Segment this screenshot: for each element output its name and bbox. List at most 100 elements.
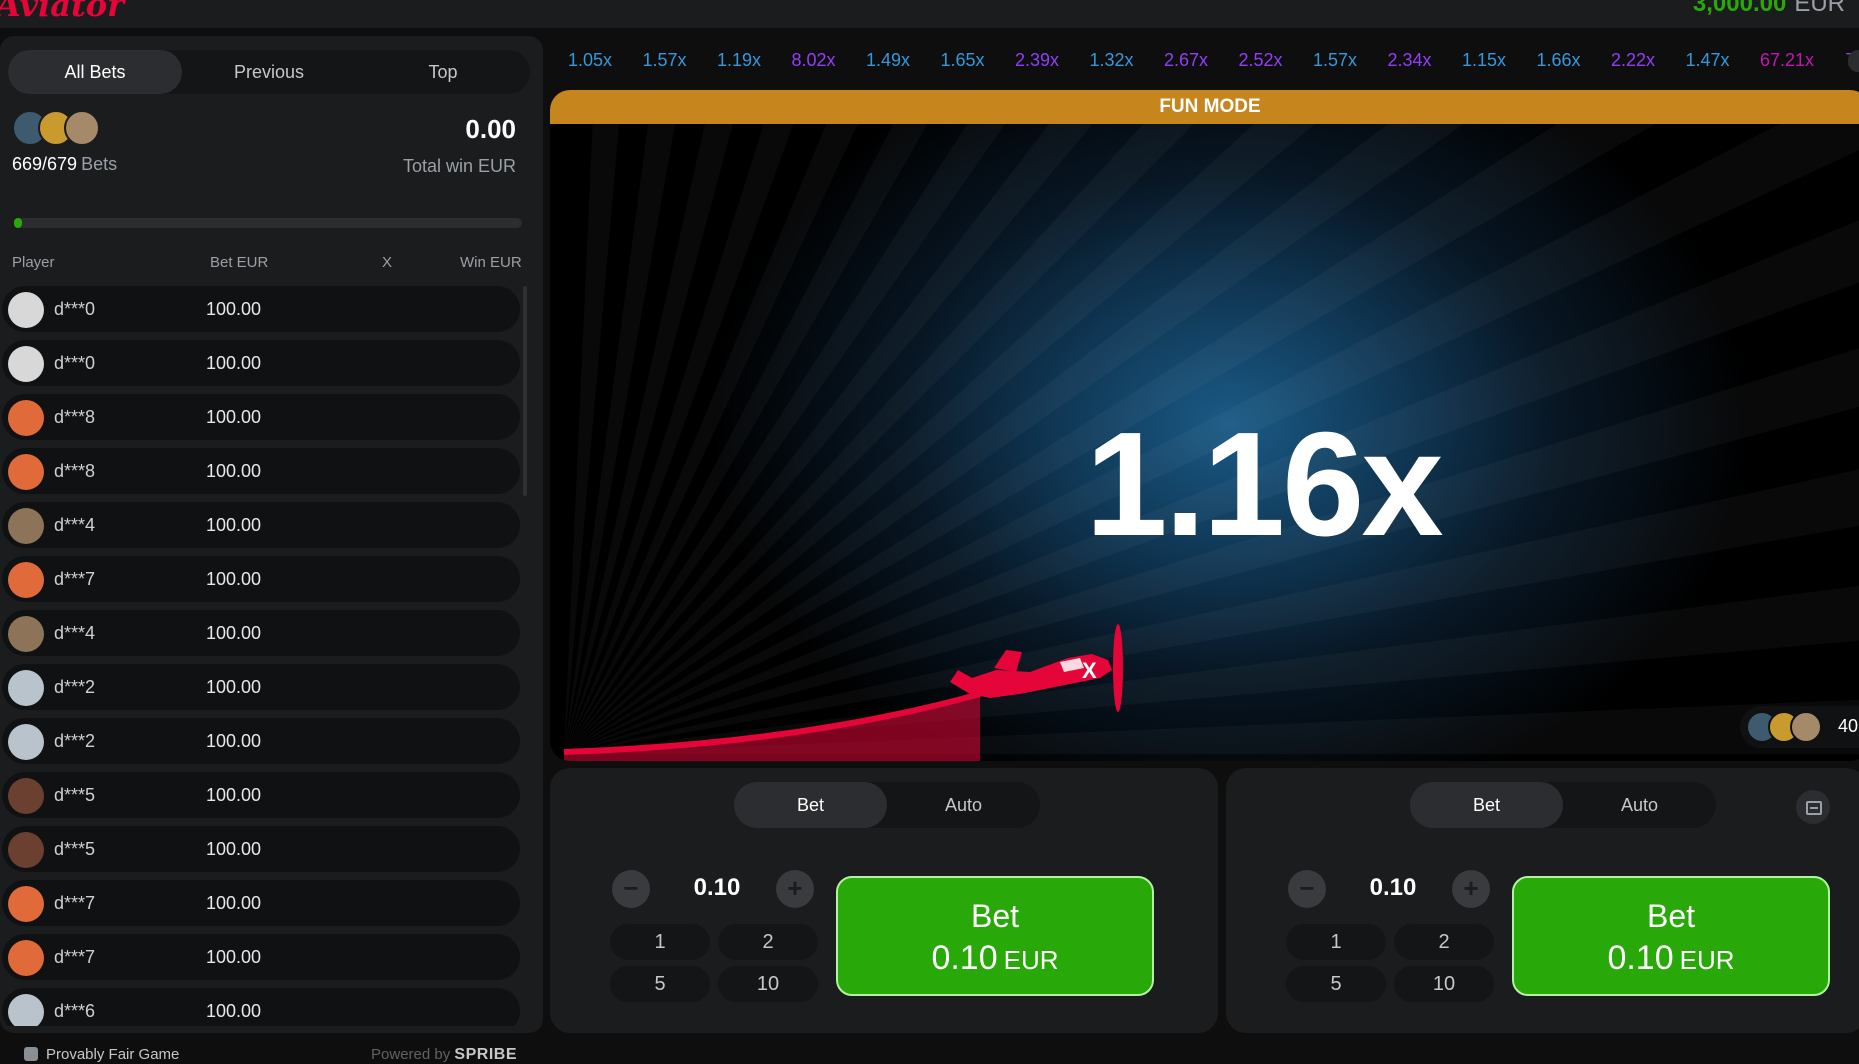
bets-scrollbar[interactable] [523,286,527,496]
bet-amount-input-1[interactable]: 0.10 [658,874,776,902]
quick-amount-1[interactable]: 1 [610,924,710,960]
plus-icon[interactable]: + [1452,870,1490,908]
bet-amount: 100.00 [206,785,262,805]
bet-button-currency: EUR [1679,945,1735,975]
avatar [8,832,44,868]
total-win-amount: 0.00 [465,114,516,144]
quick-amount-1[interactable]: 1 [1286,924,1386,960]
tab-top[interactable]: Top [356,50,530,94]
history-multiplier[interactable]: 8.02x [792,50,836,71]
bet-amount: 100.00 [206,515,262,535]
avatar [8,670,44,706]
history-multiplier[interactable]: 1.05x [568,50,612,71]
tab-all-bets[interactable]: All Bets [8,50,182,94]
player-name: d***2 [54,731,96,751]
history-multiplier[interactable]: 1.32x [1090,50,1134,71]
players-count: 40 [1838,716,1859,736]
table-row: d***6 100.00 [2,988,520,1026]
avatar [8,400,44,436]
quick-amount-10[interactable]: 10 [1394,966,1494,1002]
quick-amount-2[interactable]: 2 [718,924,818,960]
bet-amount: 100.00 [206,299,262,319]
player-name: d***4 [54,623,96,643]
avatar [8,454,44,490]
avatar [8,940,44,976]
provably-fair-link[interactable]: Provably Fair Game [24,1046,179,1063]
history-expand-button[interactable] [1848,50,1859,72]
bet-button-value: 0.10 [1607,939,1674,977]
minus-icon[interactable]: − [1288,870,1326,908]
tab-bet[interactable]: Bet [1410,782,1563,828]
bet-amount: 100.00 [206,461,262,481]
powered-by: Powered by SPRIBE [371,1046,517,1064]
quick-amount-2[interactable]: 2 [1394,924,1494,960]
bet-amount: 100.00 [206,947,262,967]
collapse-panel-icon[interactable] [1796,790,1830,824]
player-name: d***6 [54,1001,96,1021]
table-row: d***7 100.00 [2,556,520,602]
tab-auto[interactable]: Auto [887,782,1040,828]
history-multiplier[interactable]: 1.66x [1537,50,1581,71]
column-multiplier: X [382,254,393,271]
place-bet-button-1[interactable]: Bet 0.10 EUR [836,876,1154,996]
quick-amount-10[interactable]: 10 [718,966,818,1002]
player-name: d***5 [54,839,96,859]
history-multiplier[interactable]: 67.21x [1760,50,1814,71]
table-row: d***4 100.00 [2,502,520,548]
table-row: d***7 100.00 [2,880,520,926]
place-bet-button-2[interactable]: Bet 0.10 EUR [1512,876,1830,996]
history-multiplier[interactable]: 2.34x [1388,50,1432,71]
top-bar: Aviator 3,000.00 EUR [0,0,1859,28]
history-multiplier[interactable]: 1.65x [941,50,985,71]
bet-button-value: 0.10 [931,939,998,977]
history-multiplier[interactable]: 1.15x [1462,50,1506,71]
bet-amount: 100.00 [206,731,262,751]
minus-icon[interactable]: − [612,870,650,908]
summary-avatars [12,110,100,146]
history-multiplier[interactable]: 1.49x [866,50,910,71]
bet-amount: 100.00 [206,677,262,697]
bets-tabs: All Bets Previous Top [8,50,530,94]
fun-mode-banner: FUN MODE [550,90,1859,124]
flight-graphic: X [563,624,1123,761]
column-bet: Bet EUR [210,254,269,271]
bet-button-currency: EUR [1003,945,1059,975]
table-row: d***2 100.00 [2,718,520,764]
tab-bet[interactable]: Bet [734,782,887,828]
bets-list: d***0 100.00 d***0 100.00 d***8 100.00 d***8 10… [0,286,530,1026]
history-multiplier[interactable]: 2.39x [1015,50,1059,71]
history-multiplier[interactable]: 2.52x [1239,50,1283,71]
bet-mode-toggle-1: Bet Auto [734,782,1040,828]
tab-auto[interactable]: Auto [1563,782,1716,828]
quick-amount-5[interactable]: 5 [1286,966,1386,1002]
history-multiplier[interactable]: 1.57x [1313,50,1357,71]
table-row: d***2 100.00 [2,664,520,710]
svg-text:X: X [1082,658,1097,683]
player-name: d***0 [54,353,96,373]
avatar [1790,711,1822,743]
avatar [8,508,44,544]
tab-previous[interactable]: Previous [182,50,356,94]
player-name: d***7 [54,893,96,913]
player-name: d***5 [54,785,96,805]
history-multiplier[interactable]: 1.57x [643,50,687,71]
bets-summary: 669/679 Bets 0.00 Total win EUR [8,104,530,234]
table-row: d***7 100.00 [2,934,520,980]
bet-button-amount: 0.10 EUR [1514,939,1828,978]
bet-amount-stepper-1: − 0.10 + [612,866,822,912]
bet-amount-stepper-2: − 0.10 + [1288,866,1498,912]
bet-amount: 100.00 [206,569,262,589]
history-multiplier[interactable]: 2.67x [1164,50,1208,71]
bet-amount-input-2[interactable]: 0.10 [1334,874,1452,902]
plus-icon[interactable]: + [776,870,814,908]
quick-amount-5[interactable]: 5 [610,966,710,1002]
history-multiplier[interactable]: 1.19x [717,50,761,71]
bet-amount: 100.00 [206,407,262,427]
table-row: d***0 100.00 [2,340,520,386]
in-game-players: 40 [1740,706,1859,748]
history-multiplier[interactable]: 1.47x [1686,50,1730,71]
history-multiplier[interactable]: 2.22x [1611,50,1655,71]
avatar [8,994,44,1026]
player-name: d***4 [54,515,96,535]
bet-mode-toggle-2: Bet Auto [1410,782,1716,828]
